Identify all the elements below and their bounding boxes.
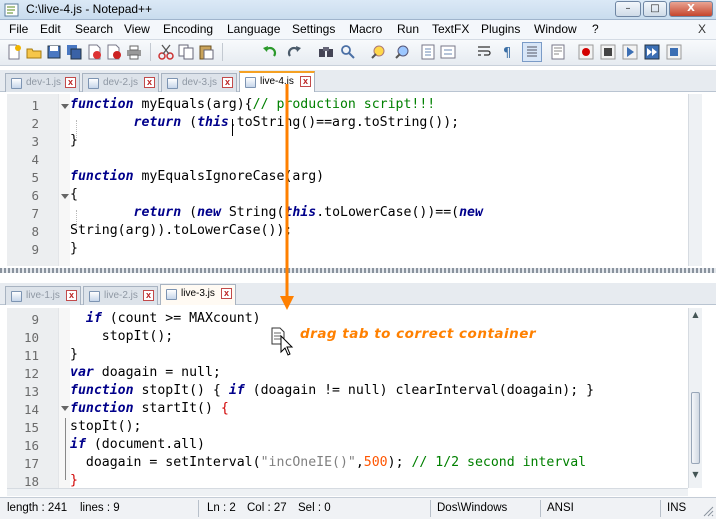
status-bar: length : 241 lines : 9 Ln : 2 Col : 27 S… xyxy=(0,497,716,519)
status-selection: Sel : 0 xyxy=(298,502,331,514)
drag-annotation-overlay xyxy=(271,84,294,356)
resize-grip-icon[interactable] xyxy=(702,505,714,517)
status-column: Col : 27 xyxy=(247,502,287,514)
status-divider xyxy=(660,500,661,517)
status-eol-format: Dos\Windows xyxy=(437,502,508,514)
status-divider xyxy=(430,500,431,517)
status-insert-mode: INS xyxy=(667,502,687,514)
status-divider xyxy=(198,500,199,517)
status-length: length : 241 xyxy=(7,502,68,514)
status-lines: lines : 9 xyxy=(80,502,120,514)
drag-arrow-head-icon xyxy=(280,296,294,310)
status-encoding: ANSI xyxy=(547,502,574,514)
status-divider xyxy=(540,500,541,517)
status-line: Ln : 2 xyxy=(207,502,236,514)
mouse-cursor-icon xyxy=(280,334,294,356)
drag-instruction-label: drag tab to correct container xyxy=(300,326,537,342)
